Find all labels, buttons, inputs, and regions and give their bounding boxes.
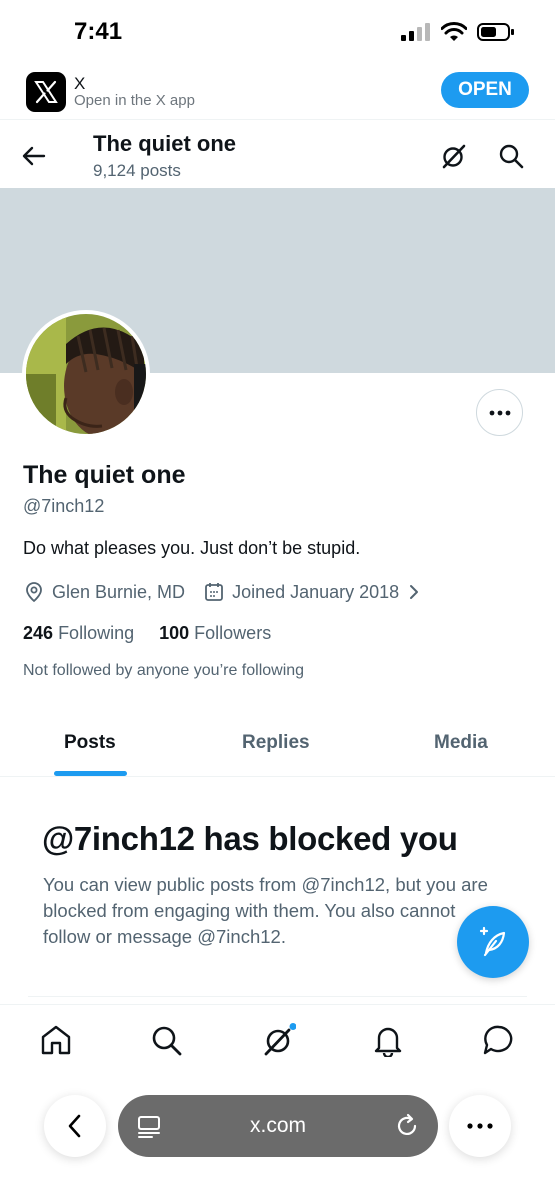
profile-location: Glen Burnie, MD	[52, 581, 186, 602]
x-app-icon	[26, 72, 66, 112]
browser-back-button[interactable]	[44, 1095, 106, 1157]
more-dots-icon	[489, 410, 510, 415]
blocked-title: @7inch12 has blocked you	[42, 820, 458, 857]
status-time: 7:41	[74, 18, 123, 45]
address-bar[interactable]: x.com	[118, 1095, 438, 1157]
signal-icon	[401, 23, 430, 41]
profile-bio: Do what pleases you. Just don’t be stupi…	[23, 538, 361, 558]
profile-handle: @7inch12	[23, 496, 105, 516]
open-app-button[interactable]: OPEN	[441, 72, 529, 108]
browser-more-button[interactable]	[449, 1095, 511, 1157]
active-tab-indicator	[54, 771, 127, 776]
profile-meta: Glen Burnie, MD Joined January 2018	[23, 580, 423, 604]
profile-tabs: Posts Replies Media	[0, 720, 555, 777]
app-subtitle: Open in the X app	[74, 92, 195, 109]
followers-count: 100	[159, 623, 190, 643]
blocked-message: You can view public posts from @7inch12,…	[43, 874, 488, 947]
open-in-app-banner: X Open in the X app OPEN	[0, 64, 555, 120]
compose-feather-icon	[479, 926, 506, 957]
followers-label: Followers	[194, 623, 272, 643]
browser-toolbar: x.com	[0, 1080, 555, 1200]
location-pin-icon	[26, 582, 42, 603]
more-options-button[interactable]	[476, 389, 523, 436]
grok-icon[interactable]	[440, 142, 468, 170]
profile-header: The quiet one 9,124 posts	[0, 120, 555, 188]
profile-joined: Joined January 2018	[232, 581, 400, 602]
url-text: x.com	[249, 1114, 306, 1137]
search-icon[interactable]	[149, 1023, 183, 1057]
following-link[interactable]: 246 Following	[23, 623, 134, 644]
home-icon[interactable]	[39, 1023, 73, 1057]
battery-icon	[477, 23, 514, 41]
follow-stats: 246 Following 100 Followers	[23, 623, 271, 644]
back-arrow-icon[interactable]	[20, 142, 48, 170]
app-name: X	[74, 74, 86, 93]
tab-posts[interactable]: Posts	[64, 732, 116, 754]
grok-icon[interactable]	[262, 1023, 296, 1057]
chevron-right-icon[interactable]	[405, 582, 423, 602]
profile-display-name: The quiet one	[23, 461, 186, 489]
header-post-count: 9,124 posts	[93, 161, 181, 180]
bottom-navigation	[0, 1004, 555, 1076]
reload-icon[interactable]	[394, 1113, 420, 1139]
search-icon[interactable]	[497, 142, 525, 170]
following-label: Following	[58, 623, 135, 643]
messages-icon[interactable]	[482, 1023, 516, 1057]
tab-media[interactable]: Media	[434, 732, 488, 754]
avatar[interactable]	[22, 310, 150, 438]
mutuals-note: Not followed by anyone you’re following	[23, 662, 305, 679]
wifi-icon	[441, 22, 467, 41]
tab-replies[interactable]: Replies	[242, 732, 310, 754]
header-title: The quiet one	[93, 131, 236, 156]
more-dots-icon	[467, 1123, 493, 1129]
calendar-icon	[205, 583, 223, 601]
status-bar: 7:41	[0, 0, 555, 64]
chevron-left-icon	[68, 1114, 81, 1138]
content-divider	[28, 996, 527, 997]
followers-link[interactable]: 100 Followers	[159, 623, 271, 644]
notifications-icon[interactable]	[371, 1023, 405, 1057]
following-count: 246	[23, 623, 54, 643]
status-icons	[401, 22, 515, 42]
compose-post-button[interactable]	[457, 906, 529, 978]
